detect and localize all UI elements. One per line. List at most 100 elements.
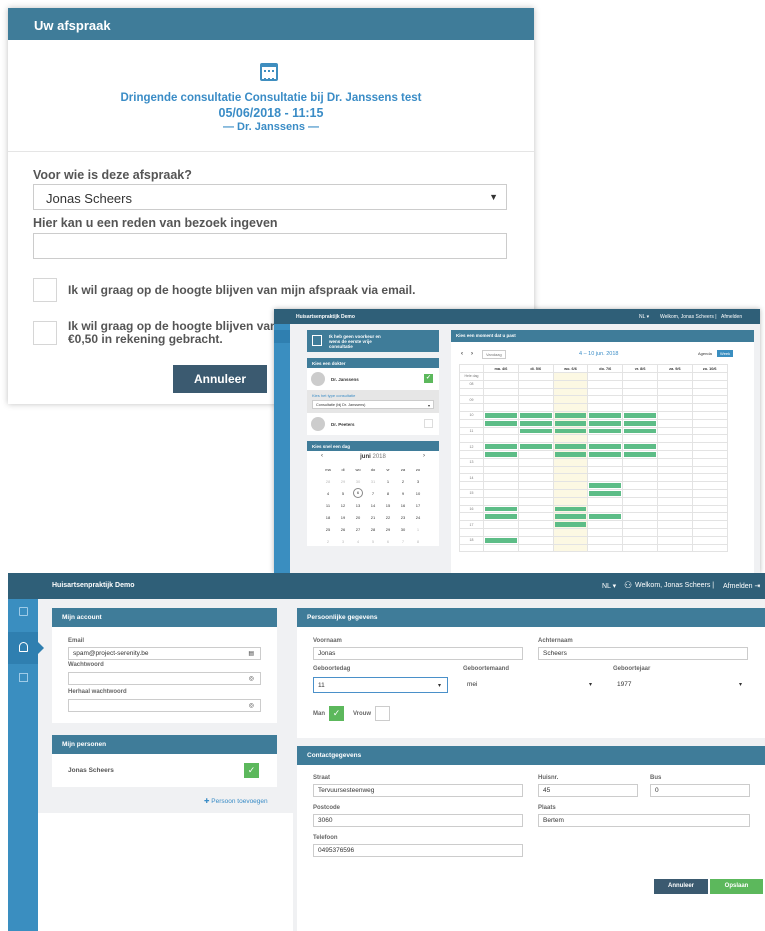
booked-slot[interactable]: [624, 420, 656, 426]
time-slot[interactable]: [517, 535, 554, 545]
time-slot[interactable]: [517, 481, 554, 490]
time-slot[interactable]: [691, 379, 728, 389]
day-cell[interactable]: 5: [366, 535, 381, 547]
time-slot[interactable]: [552, 403, 589, 412]
time-slot[interactable]: [552, 543, 589, 553]
day-cell[interactable]: 19: [336, 511, 351, 523]
booked-slot[interactable]: [624, 444, 656, 449]
booked-slot[interactable]: [554, 514, 587, 520]
time-slot[interactable]: [622, 395, 658, 405]
day-cell[interactable]: 5: [336, 487, 351, 499]
booked-slot[interactable]: [554, 522, 587, 527]
booked-slot[interactable]: [554, 444, 587, 449]
password-repeat-field[interactable]: ◎: [68, 699, 261, 712]
time-slot[interactable]: [622, 426, 658, 436]
time-slot[interactable]: [517, 496, 554, 506]
phone-input[interactable]: 0495376596: [313, 844, 523, 857]
time-slot[interactable]: [656, 418, 693, 428]
time-slot[interactable]: [691, 465, 728, 475]
day-cell[interactable]: 25: [321, 523, 336, 535]
birthmonth-select[interactable]: mei ▾: [463, 677, 598, 693]
day-cell[interactable]: 4: [351, 535, 366, 547]
time-slot[interactable]: [587, 488, 624, 498]
time-slot[interactable]: [483, 410, 519, 420]
booked-slot[interactable]: [485, 537, 517, 543]
time-slot[interactable]: [552, 465, 589, 475]
time-slot[interactable]: [483, 403, 519, 412]
day-cell[interactable]: 3: [336, 535, 351, 547]
time-slot[interactable]: [622, 403, 658, 412]
time-slot[interactable]: [656, 395, 693, 405]
time-slot[interactable]: [483, 535, 519, 545]
time-slot[interactable]: [517, 434, 554, 444]
time-slot[interactable]: [552, 512, 589, 522]
time-slot[interactable]: [691, 449, 728, 459]
time-slot[interactable]: [656, 527, 693, 537]
time-slot[interactable]: [517, 387, 554, 397]
checkbox[interactable]: [424, 419, 433, 428]
time-slot[interactable]: [517, 457, 554, 467]
day-cell[interactable]: 7: [396, 535, 411, 547]
cancel-button[interactable]: Annuleer: [173, 365, 267, 393]
time-slot[interactable]: [691, 395, 728, 405]
booked-slot[interactable]: [485, 506, 517, 512]
time-slot[interactable]: [622, 543, 658, 553]
booked-slot[interactable]: [624, 451, 656, 457]
time-slot[interactable]: [552, 488, 589, 498]
time-slot[interactable]: [622, 535, 658, 545]
email-notify-checkbox[interactable]: [33, 278, 57, 302]
add-person-link[interactable]: ✚ Persoon toevoegen: [204, 797, 268, 805]
time-slot[interactable]: [517, 403, 554, 412]
day-cell[interactable]: 23: [396, 511, 411, 523]
time-slot[interactable]: [622, 481, 658, 490]
calendar-icon[interactable]: [19, 607, 28, 616]
booked-slot[interactable]: [554, 451, 587, 457]
day-cell[interactable]: 11: [321, 499, 336, 511]
booked-slot[interactable]: [624, 428, 656, 434]
booked-slot[interactable]: [519, 420, 552, 426]
time-slot[interactable]: [552, 442, 589, 451]
time-slot[interactable]: [552, 410, 589, 420]
time-slot[interactable]: [587, 442, 624, 451]
time-slot[interactable]: [691, 496, 728, 506]
check-icon[interactable]: ✓: [244, 763, 259, 778]
time-slot[interactable]: [587, 457, 624, 467]
day-cell[interactable]: 29: [336, 475, 351, 487]
time-slot[interactable]: [483, 512, 519, 522]
time-slot[interactable]: [691, 512, 728, 522]
booked-slot[interactable]: [519, 412, 552, 418]
agenda-view-button[interactable]: Agenda: [696, 350, 714, 357]
day-cell[interactable]: 22: [381, 511, 396, 523]
time-slot[interactable]: [517, 449, 554, 459]
time-slot[interactable]: [483, 520, 519, 529]
booked-slot[interactable]: [485, 514, 517, 520]
time-slot[interactable]: [656, 410, 693, 420]
folder-icon[interactable]: [19, 673, 28, 682]
booked-slot[interactable]: [589, 428, 622, 434]
time-slot[interactable]: [656, 387, 693, 397]
time-slot[interactable]: [622, 527, 658, 537]
day-cell[interactable]: 17: [411, 499, 426, 511]
time-slot[interactable]: [552, 426, 589, 436]
day-cell[interactable]: 2: [396, 475, 411, 487]
day-cell-selected[interactable]: 6: [351, 487, 366, 499]
for-whom-select[interactable]: Jonas Scheers ▼: [33, 184, 507, 210]
time-slot[interactable]: [587, 512, 624, 522]
time-slot[interactable]: [517, 520, 554, 529]
day-cell[interactable]: 1: [381, 475, 396, 487]
time-slot[interactable]: [587, 410, 624, 420]
time-slot[interactable]: [517, 442, 554, 451]
day-cell[interactable]: 28: [321, 475, 336, 487]
time-slot[interactable]: [656, 520, 693, 529]
time-slot[interactable]: [691, 387, 728, 397]
time-slot[interactable]: [587, 496, 624, 506]
time-slot[interactable]: [483, 496, 519, 506]
booked-slot[interactable]: [485, 444, 517, 449]
time-slot[interactable]: [656, 465, 693, 475]
booked-slot[interactable]: [589, 451, 622, 457]
chevron-left-icon[interactable]: ‹: [321, 453, 323, 459]
sidebar-item-calendar[interactable]: [274, 330, 290, 343]
time-slot[interactable]: [587, 449, 624, 459]
day-cell[interactable]: 2: [321, 535, 336, 547]
time-slot[interactable]: [517, 527, 554, 537]
